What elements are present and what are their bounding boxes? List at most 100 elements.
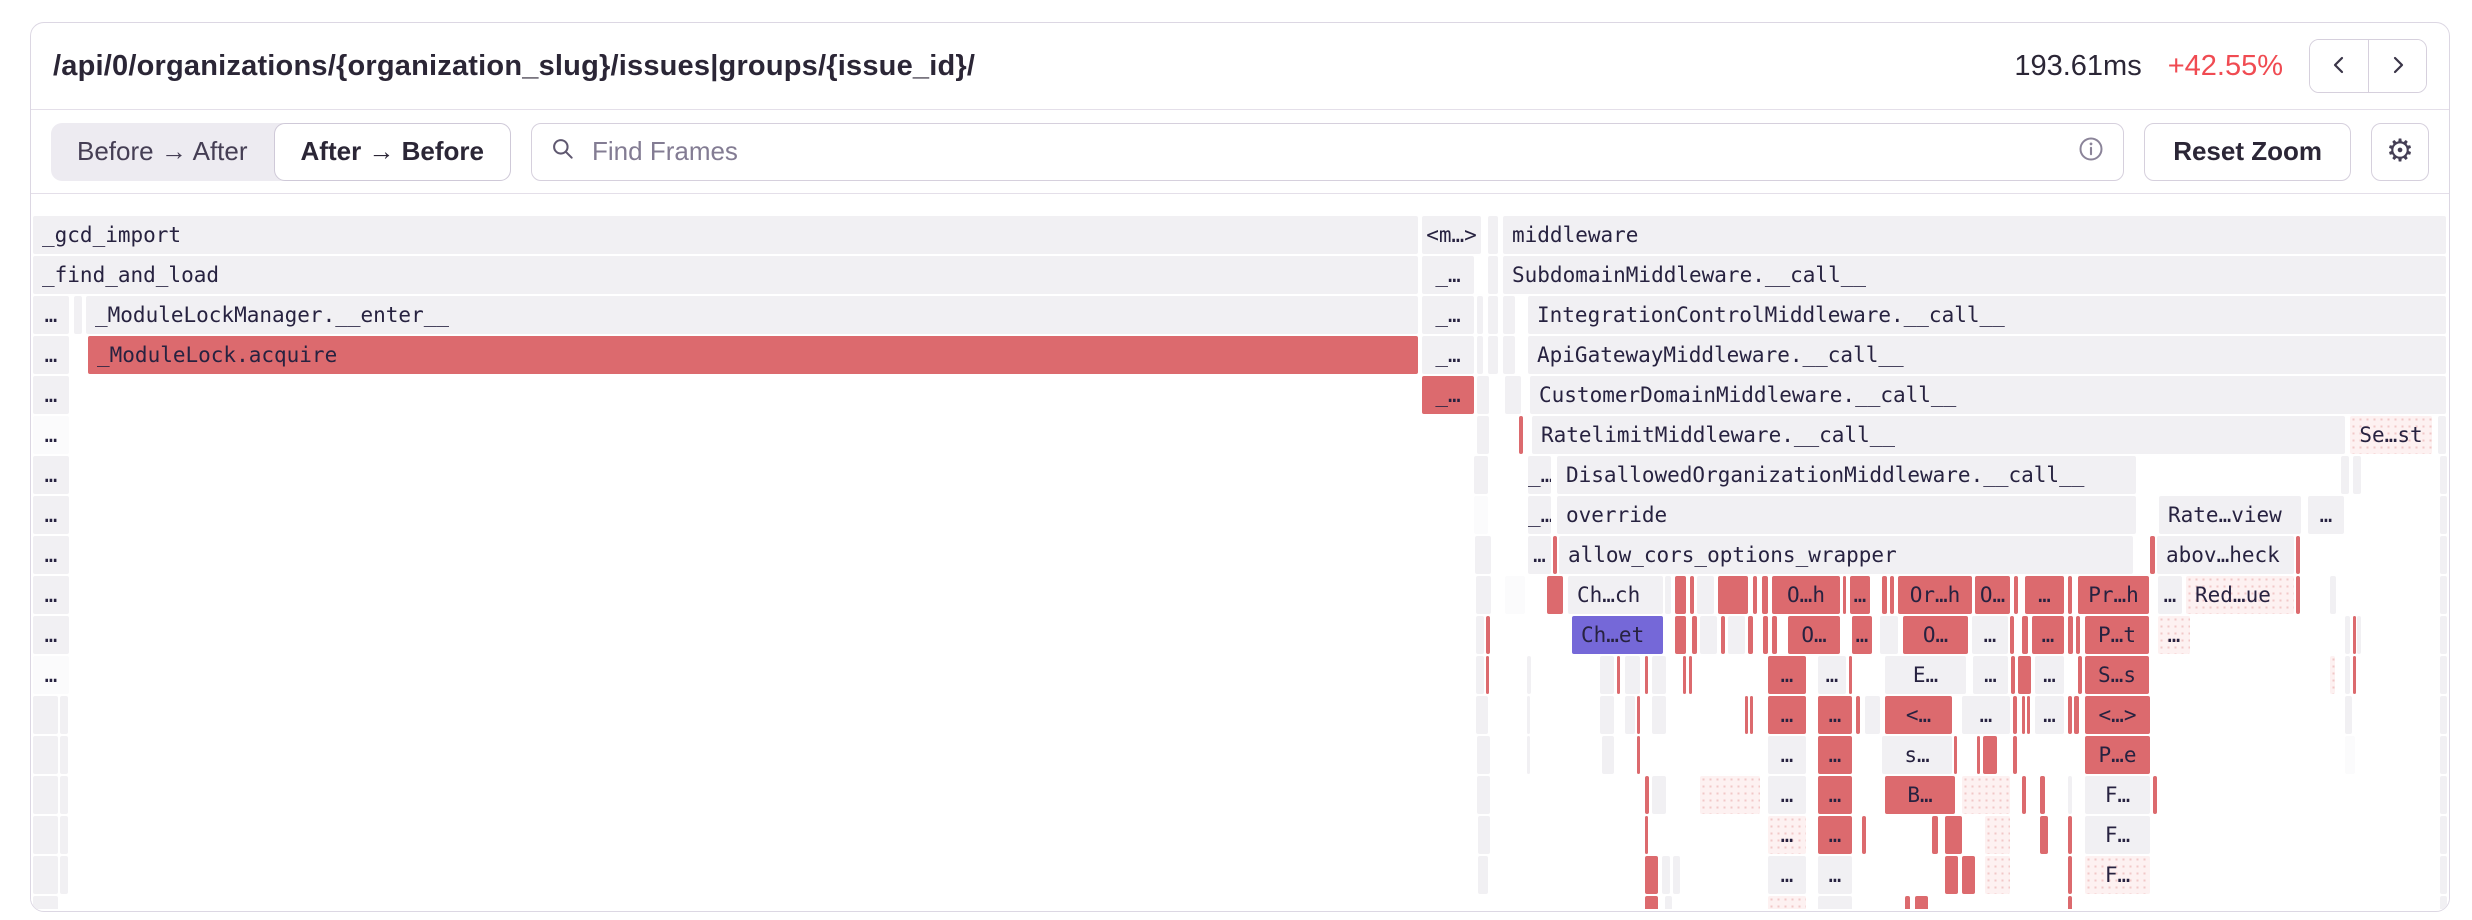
- flame-frame[interactable]: [1856, 696, 1860, 734]
- flame-frame[interactable]: …: [33, 416, 69, 454]
- flame-frame[interactable]: …: [33, 656, 69, 694]
- flame-frame[interactable]: [2296, 576, 2300, 614]
- flame-frame[interactable]: O…: [1975, 576, 2010, 614]
- flame-frame[interactable]: …: [1768, 776, 1806, 814]
- flame-frame[interactable]: …: [2032, 616, 2064, 654]
- reset-zoom-button[interactable]: Reset Zoom: [2144, 123, 2351, 181]
- flame-frame[interactable]: [1600, 656, 1614, 694]
- flame-frame[interactable]: [2074, 696, 2079, 734]
- flame-frame[interactable]: [1721, 616, 1725, 654]
- flame-frame[interactable]: [1750, 696, 1753, 734]
- flame-frame[interactable]: …: [1768, 816, 1806, 854]
- flame-frame[interactable]: [1689, 656, 1692, 694]
- flame-frame[interactable]: [2022, 776, 2026, 814]
- flame-frame[interactable]: _…: [1528, 496, 1551, 534]
- flame-frame[interactable]: [1645, 776, 1649, 814]
- flame-frame[interactable]: [33, 776, 58, 814]
- flame-frame[interactable]: [1486, 656, 1489, 694]
- flame-frame[interactable]: DisallowedOrganizationMiddleware.__call_…: [1557, 456, 2136, 494]
- flame-frame[interactable]: …: [2158, 576, 2182, 614]
- flame-frame[interactable]: Red…ue: [2186, 576, 2294, 614]
- flame-frame[interactable]: P…e: [2085, 736, 2150, 774]
- flame-frame[interactable]: …: [33, 576, 69, 614]
- flame-frame[interactable]: …: [1768, 856, 1806, 894]
- flame-frame[interactable]: E…: [1885, 656, 1966, 694]
- flame-frame[interactable]: [1977, 736, 1980, 774]
- flame-frame[interactable]: _…: [1422, 376, 1474, 414]
- flame-frame[interactable]: [2022, 696, 2025, 734]
- flame-frame[interactable]: [2353, 456, 2361, 494]
- flame-frame[interactable]: [1503, 296, 1515, 334]
- flame-frame[interactable]: [2440, 736, 2447, 774]
- flame-frame[interactable]: [1762, 576, 1768, 614]
- flame-frame[interactable]: [1882, 576, 1887, 614]
- flame-frame[interactable]: [1476, 616, 1484, 654]
- flame-frame[interactable]: [1983, 736, 1997, 774]
- before-after-option[interactable]: Before → After: [51, 123, 274, 181]
- flame-frame[interactable]: [1745, 696, 1748, 734]
- flame-frame[interactable]: [1519, 416, 1523, 454]
- flame-frame[interactable]: [1505, 376, 1521, 414]
- flame-frame[interactable]: [2068, 816, 2072, 854]
- flame-frame[interactable]: [1700, 776, 1760, 814]
- flame-frame[interactable]: Se…st: [2350, 416, 2432, 454]
- flame-frame[interactable]: [1602, 736, 1614, 774]
- flame-frame[interactable]: …: [33, 456, 69, 494]
- flame-frame[interactable]: [1475, 536, 1491, 574]
- flame-frame[interactable]: [2440, 616, 2447, 654]
- flame-frame[interactable]: [1753, 576, 1757, 614]
- flame-frame[interactable]: …: [2308, 496, 2344, 534]
- flame-frame[interactable]: [60, 696, 68, 734]
- flame-frame[interactable]: [2353, 656, 2356, 694]
- flame-frame[interactable]: _…: [1422, 256, 1474, 294]
- flame-frame[interactable]: [2440, 536, 2447, 574]
- flame-frame[interactable]: [1673, 856, 1680, 894]
- flame-frame[interactable]: [1488, 296, 1498, 334]
- flame-frame[interactable]: …: [1818, 776, 1852, 814]
- flame-frame[interactable]: [1849, 656, 1852, 694]
- flame-frame[interactable]: …: [33, 336, 69, 374]
- flame-frame[interactable]: [1645, 816, 1648, 854]
- flame-frame[interactable]: [1505, 576, 1525, 614]
- flame-frame[interactable]: [1862, 816, 1866, 854]
- flame-frame[interactable]: Or…h: [1898, 576, 1972, 614]
- flame-frame[interactable]: …: [1818, 816, 1852, 854]
- flame-frame[interactable]: …: [1962, 696, 2010, 734]
- flame-frame[interactable]: [2440, 816, 2447, 854]
- flame-frame[interactable]: [1763, 616, 1768, 654]
- flame-frame[interactable]: [1843, 576, 1846, 614]
- flame-frame[interactable]: [1625, 656, 1640, 694]
- flame-frame[interactable]: [1477, 776, 1490, 814]
- flame-frame[interactable]: [2027, 696, 2030, 734]
- flame-frame[interactable]: Pr…h: [2078, 576, 2149, 614]
- flame-frame[interactable]: [1637, 696, 1640, 734]
- flame-frame[interactable]: [1645, 896, 1658, 909]
- flame-frame[interactable]: override: [1557, 496, 2136, 534]
- flame-frame[interactable]: [2014, 576, 2018, 614]
- flame-frame[interactable]: [1527, 656, 1531, 694]
- flame-frame[interactable]: [2068, 856, 2072, 894]
- flame-frame[interactable]: [1486, 616, 1490, 654]
- flame-frame[interactable]: …: [1768, 696, 1806, 734]
- flame-frame[interactable]: [1477, 336, 1483, 374]
- flame-frame[interactable]: ApiGatewayMiddleware.__call__: [1528, 336, 2446, 374]
- flame-frame[interactable]: [1478, 856, 1488, 894]
- after-before-option[interactable]: After → Before: [274, 123, 511, 181]
- flame-frame[interactable]: [1728, 616, 1745, 654]
- flame-frame[interactable]: [1625, 696, 1635, 734]
- flame-frame[interactable]: CustomerDomainMiddleware.__call__: [1530, 376, 2446, 414]
- flame-frame[interactable]: [1675, 616, 1686, 654]
- flame-frame[interactable]: _…: [1422, 296, 1474, 334]
- flame-frame[interactable]: [2345, 616, 2350, 654]
- flame-frame[interactable]: [2150, 536, 2155, 574]
- flame-frame[interactable]: allow_cors_options_wrapper: [1559, 536, 2133, 574]
- flame-frame[interactable]: …: [33, 296, 69, 334]
- flame-frame[interactable]: …: [2158, 616, 2190, 654]
- flame-frame[interactable]: [1547, 576, 1563, 614]
- flame-frame[interactable]: [1932, 816, 1938, 854]
- flame-frame[interactable]: [2068, 576, 2072, 614]
- flame-frame[interactable]: …: [33, 616, 69, 654]
- flame-frame[interactable]: [1697, 576, 1714, 614]
- flame-frame[interactable]: IntegrationControlMiddleware.__call__: [1528, 296, 2446, 334]
- flame-frame[interactable]: [2440, 696, 2447, 734]
